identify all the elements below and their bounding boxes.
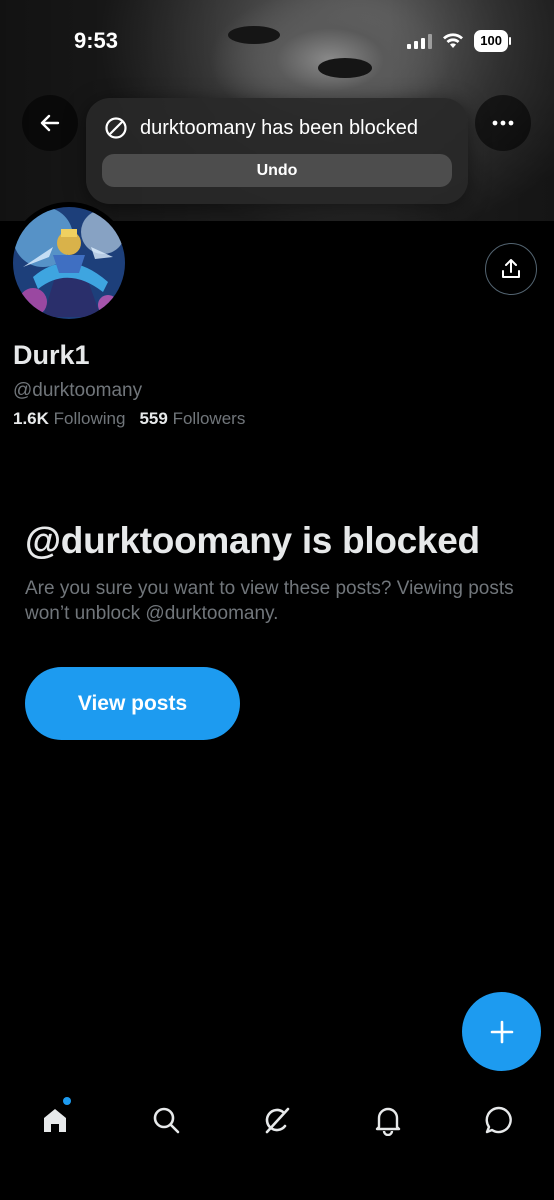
share-icon (502, 259, 520, 278)
blocked-title: @durktoomany is blocked (25, 520, 480, 561)
compose-post-button[interactable] (462, 992, 541, 1071)
tab-grok[interactable] (222, 1085, 333, 1155)
status-icons: 100 (407, 30, 511, 52)
battery-icon: 100 (474, 30, 511, 52)
profile-name: Durk1 (13, 340, 90, 370)
block-icon (105, 117, 127, 139)
blocked-description: Are you sure you want to view these post… (25, 578, 514, 624)
more-options-button[interactable] (475, 95, 531, 151)
avatar[interactable] (8, 202, 130, 324)
grok-icon (265, 1107, 290, 1134)
followers-count: 559 (139, 409, 168, 428)
followers-link[interactable]: 559 Followers (139, 409, 245, 429)
back-button[interactable] (22, 95, 78, 151)
share-button[interactable] (485, 243, 537, 295)
signal-icon (407, 33, 433, 49)
profile-handle: @durktoomany (13, 380, 143, 401)
following-label: Following (53, 409, 126, 428)
tab-home[interactable] (0, 1085, 111, 1155)
status-time: 9:53 (74, 28, 119, 53)
arrow-left-icon (40, 114, 60, 132)
banner-eye-left (228, 26, 280, 44)
following-count: 1.6K (13, 409, 49, 428)
toast-message: durktoomany has been blocked (140, 116, 418, 139)
avatar-image (13, 207, 125, 319)
tab-messages[interactable] (443, 1085, 554, 1155)
tab-notifications[interactable] (332, 1085, 443, 1155)
home-notification-dot (63, 1097, 71, 1105)
followers-label: Followers (172, 409, 246, 428)
blocked-toast: durktoomany has been blocked Undo (86, 98, 468, 204)
search-icon (153, 1107, 180, 1134)
home-icon (44, 1109, 67, 1132)
wifi-icon (443, 33, 464, 48)
banner-eye-right (318, 58, 372, 78)
bottom-tab-bar (0, 1085, 554, 1155)
more-horizontal-icon (492, 120, 514, 126)
view-posts-button[interactable]: View posts (25, 667, 240, 740)
plus-icon (490, 1020, 513, 1043)
toast-message-row: durktoomany has been blocked (104, 116, 418, 140)
undo-button[interactable]: Undo (102, 154, 452, 187)
following-link[interactable]: 1.6K Following (13, 409, 125, 429)
notifications-icon (375, 1107, 400, 1136)
tab-search[interactable] (111, 1085, 222, 1155)
messages-icon (485, 1106, 512, 1134)
profile-stats: 1.6K Following 559 Followers (13, 409, 245, 429)
